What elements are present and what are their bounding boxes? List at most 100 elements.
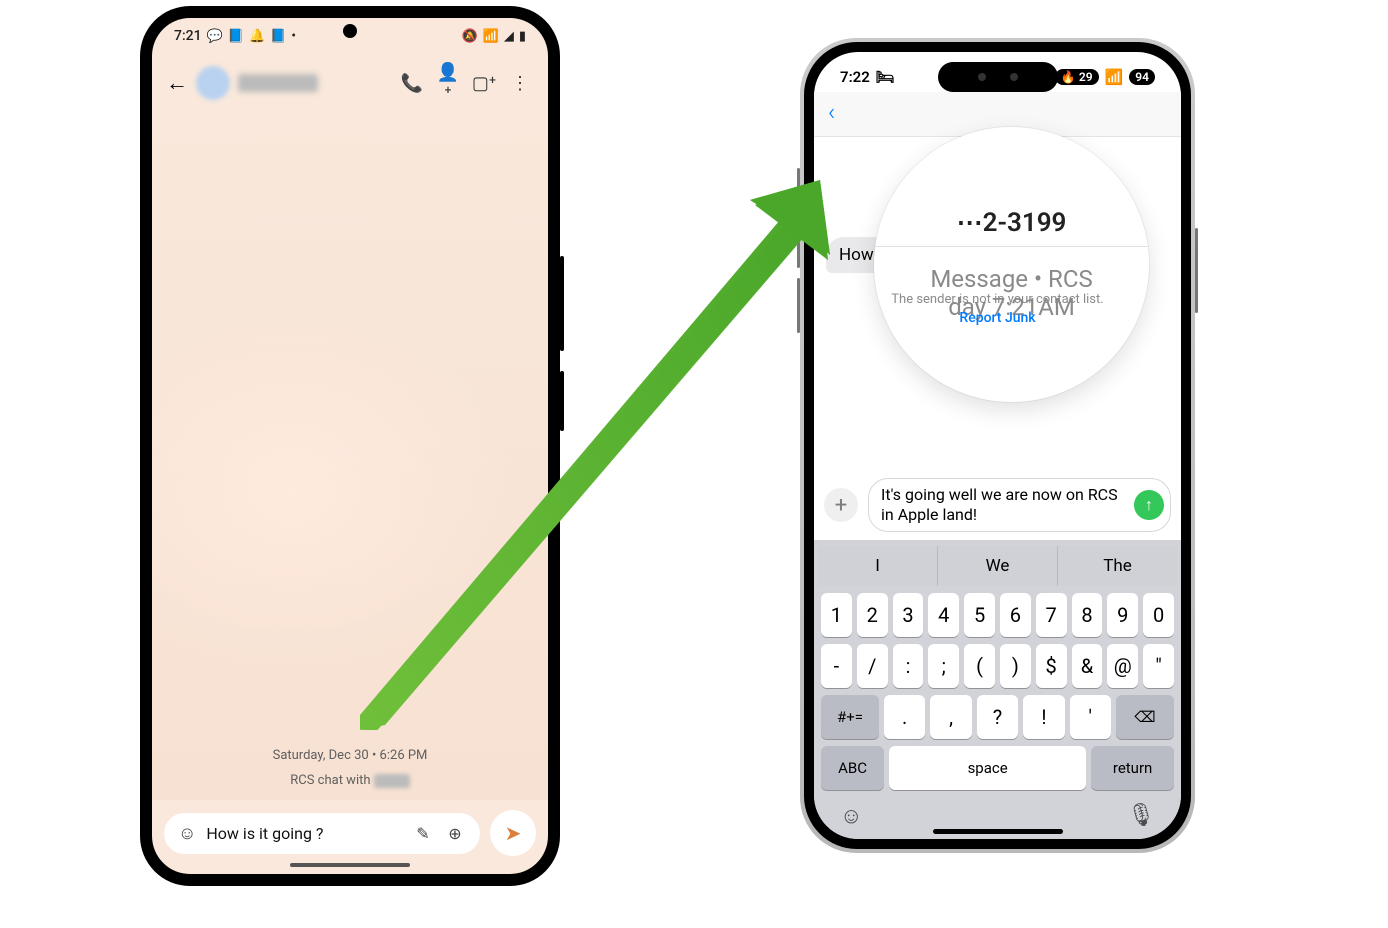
keyboard-suggestions: I We The [818,546,1177,586]
key-1[interactable]: 1 [821,593,852,637]
key-9[interactable]: 9 [1107,593,1138,637]
key-period[interactable]: . [884,695,925,739]
key-return[interactable]: return [1091,746,1174,790]
android-statusbar: 7:21 💬 📘 🔔 📘 • 🔕 📶 ◢ ▮ [152,18,548,48]
android-clock: 7:21 [174,28,202,44]
iphone-keyboard: I We The 1 2 3 4 5 6 7 8 9 0 - / : ; [814,540,1181,839]
key-4[interactable]: 4 [928,593,959,637]
magic-pen-icon[interactable]: ✎ [412,824,434,843]
key-colon[interactable]: : [893,644,924,688]
iphone-compose-pill[interactable]: It's going well we are now on RCS in App… [868,478,1171,532]
attach-plus-icon[interactable]: ⊕ [444,824,466,843]
mute-icon: 🔕 [461,29,477,44]
iphone-volume-up [797,213,800,268]
iphone-frame: 7:22 🛏 ☕ 🔥 29 📶 94 ‹ ⋯2-3199 ⋯2-3199 Mes [800,38,1195,853]
live-activity-right: 🔥 29 [1055,69,1099,85]
dynamic-island [938,62,1058,92]
key-6[interactable]: 6 [1000,593,1031,637]
key-abc[interactable]: ABC [821,746,884,790]
key-slash[interactable]: / [857,644,888,688]
iphone-power-button [1195,228,1198,313]
iphone-screen: 7:22 🛏 ☕ 🔥 29 📶 94 ‹ ⋯2-3199 ⋯2-3199 Mes [814,52,1181,839]
key-0[interactable]: 0 [1143,593,1174,637]
status-bell-icon: 🔔 [249,29,265,44]
suggestion-3[interactable]: The [1058,546,1177,586]
key-7[interactable]: 7 [1036,593,1067,637]
compose-plus-icon[interactable]: + [824,488,858,522]
iphone-clock: 7:22 [840,68,870,86]
android-volume-button [560,256,564,351]
video-call-icon[interactable]: ▢⁺ [470,73,498,94]
android-chat-meta: Saturday, Dec 30 • 6:26 PM RCS chat with [152,748,548,788]
add-person-icon[interactable]: 👤⁺ [434,62,462,104]
battery-badge: 94 [1129,69,1155,85]
key-comma[interactable]: , [930,695,971,739]
key-5[interactable]: 5 [964,593,995,637]
status-dot-icon: • [291,29,296,44]
iphone-home-indicator[interactable] [933,829,1063,834]
magnified-rcs-label: Message • RCS [930,265,1092,293]
iphone-send-button[interactable]: ↑ [1134,490,1164,520]
status-chat-icon: 💬 [207,29,223,44]
rcs-chat-name-blurred [374,774,410,788]
live-activity-value: 29 [1079,70,1093,84]
android-nav-bar[interactable] [290,863,410,867]
key-exclaim[interactable]: ! [1023,695,1064,739]
android-compose-pill[interactable]: ☺ How is it going ? ✎ ⊕ [164,813,480,854]
dictation-icon[interactable]: 🎙 [1127,803,1155,829]
not-in-contacts-notice: The sender is not in your contact list. … [814,292,1181,326]
battery-icon: ▮ [519,29,526,44]
android-compose-input[interactable]: How is it going ? [206,824,402,843]
key-apostrophe[interactable]: ' [1070,695,1111,739]
back-icon[interactable]: ← [166,70,188,96]
iphone-wifi-icon: 📶 [1105,68,1124,86]
bed-icon: 🛏 [876,68,895,86]
android-appbar: ← 📞 👤⁺ ▢⁺ ⋮ [152,48,548,112]
contact-name-blurred[interactable] [238,74,318,92]
android-screen: 7:21 💬 📘 🔔 📘 • 🔕 📶 ◢ ▮ ← 📞 👤⁺ ▢⁺ ⋮ [152,18,548,874]
chat-datestamp: Saturday, Dec 30 • 6:26 PM [152,748,548,763]
magnified-phone-number: ⋯2-3199 [957,208,1067,238]
key-dollar[interactable]: $ [1036,644,1067,688]
not-in-contacts-text: The sender is not in your contact list. [814,292,1181,307]
report-junk-link[interactable]: Report Junk [814,310,1181,326]
flame-icon: 🔥 [1061,70,1076,84]
iphone-volume-down [797,278,800,333]
android-phone-frame: 7:21 💬 📘 🔔 📘 • 🔕 📶 ◢ ▮ ← 📞 👤⁺ ▢⁺ ⋮ [140,6,560,886]
call-icon[interactable]: 📞 [398,73,426,94]
suggestion-2[interactable]: We [938,546,1058,586]
key-at[interactable]: @ [1107,644,1138,688]
key-2[interactable]: 2 [857,593,888,637]
key-rparen[interactable]: ) [1000,644,1031,688]
status-fb2-icon: 📘 [270,29,286,44]
iphone-chat-body: ⋯2-3199 Message • RCS day 7:21AM How is … [814,137,1181,470]
android-power-button [560,371,564,431]
key-semicolon[interactable]: ; [928,644,959,688]
key-question[interactable]: ? [977,695,1018,739]
contact-avatar[interactable] [196,66,230,100]
iphone-silence-switch [797,168,800,198]
iphone-compose-bar: + It's going well we are now on RCS in A… [814,470,1181,540]
key-symbols[interactable]: #+= [821,695,879,739]
more-icon[interactable]: ⋮ [506,73,534,94]
key-8[interactable]: 8 [1072,593,1103,637]
iphone-compose-input[interactable]: It's going well we are now on RCS in App… [881,485,1134,525]
key-backspace[interactable]: ⌫ [1116,695,1174,739]
status-fb-icon: 📘 [228,29,244,44]
key-lparen[interactable]: ( [964,644,995,688]
android-chat-body: Saturday, Dec 30 • 6:26 PM RCS chat with [152,112,548,800]
key-space[interactable]: space [889,746,1086,790]
key-quote[interactable]: " [1143,644,1174,688]
signal-icon: ◢ [504,29,514,44]
send-button[interactable]: ➤ [490,810,536,856]
emoji-icon[interactable]: ☺ [178,823,196,844]
emoji-keyboard-icon[interactable]: ☺ [840,803,862,829]
suggestion-1[interactable]: I [818,546,938,586]
wifi-icon: 📶 [483,29,499,44]
rcs-chat-label: RCS chat with [290,773,374,788]
key-amp[interactable]: & [1072,644,1103,688]
key-dash[interactable]: - [821,644,852,688]
iphone-back-icon[interactable]: ‹ [828,98,835,126]
key-3[interactable]: 3 [893,593,924,637]
magnifier-overlay: ⋯2-3199 Message • RCS day 7:21AM [874,127,1149,402]
